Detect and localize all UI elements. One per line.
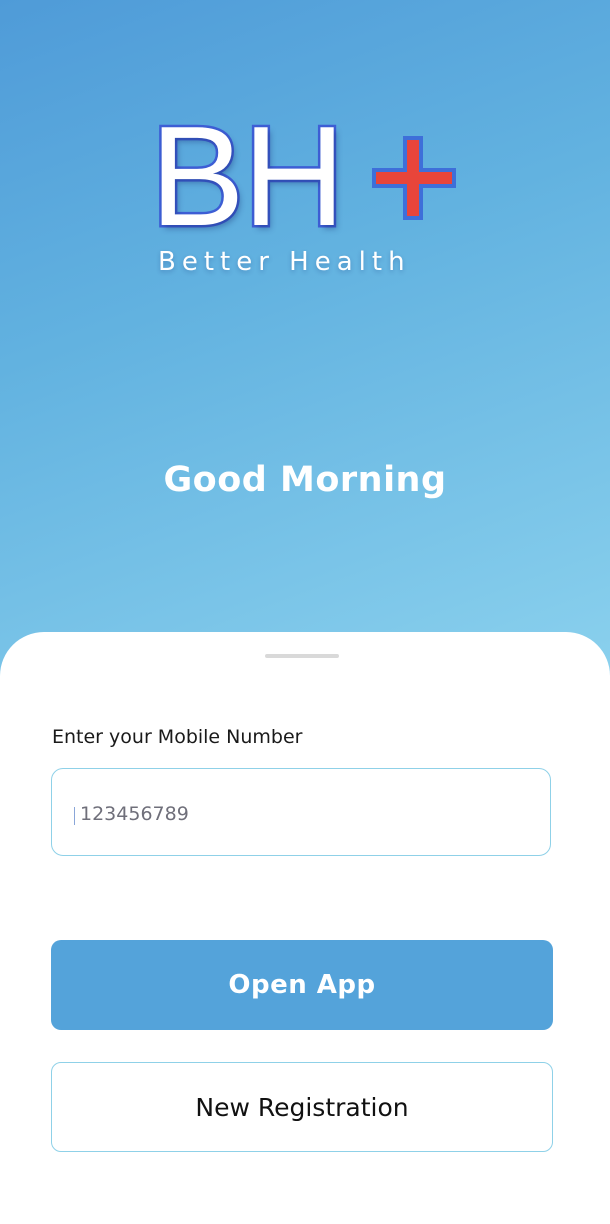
plus-icon xyxy=(376,140,452,216)
mobile-number-label: Enter your Mobile Number xyxy=(52,726,303,748)
app-logo: BH Better Health xyxy=(147,97,460,292)
text-caret xyxy=(74,807,75,825)
mobile-number-input[interactable]: 123456789 xyxy=(51,768,551,856)
logo-letters: BH xyxy=(147,97,347,256)
hero-header: BH Better Health Good Morning xyxy=(0,0,610,700)
open-app-button[interactable]: Open App xyxy=(51,940,553,1030)
logo-tagline: Better Health xyxy=(158,247,411,277)
greeting-text: Good Morning xyxy=(163,460,447,500)
mobile-number-value: 123456789 xyxy=(80,803,189,825)
new-registration-button[interactable]: New Registration xyxy=(51,1062,553,1152)
sheet-drag-handle[interactable] xyxy=(265,654,339,658)
login-sheet: Enter your Mobile Number 123456789 Open … xyxy=(0,632,610,1224)
